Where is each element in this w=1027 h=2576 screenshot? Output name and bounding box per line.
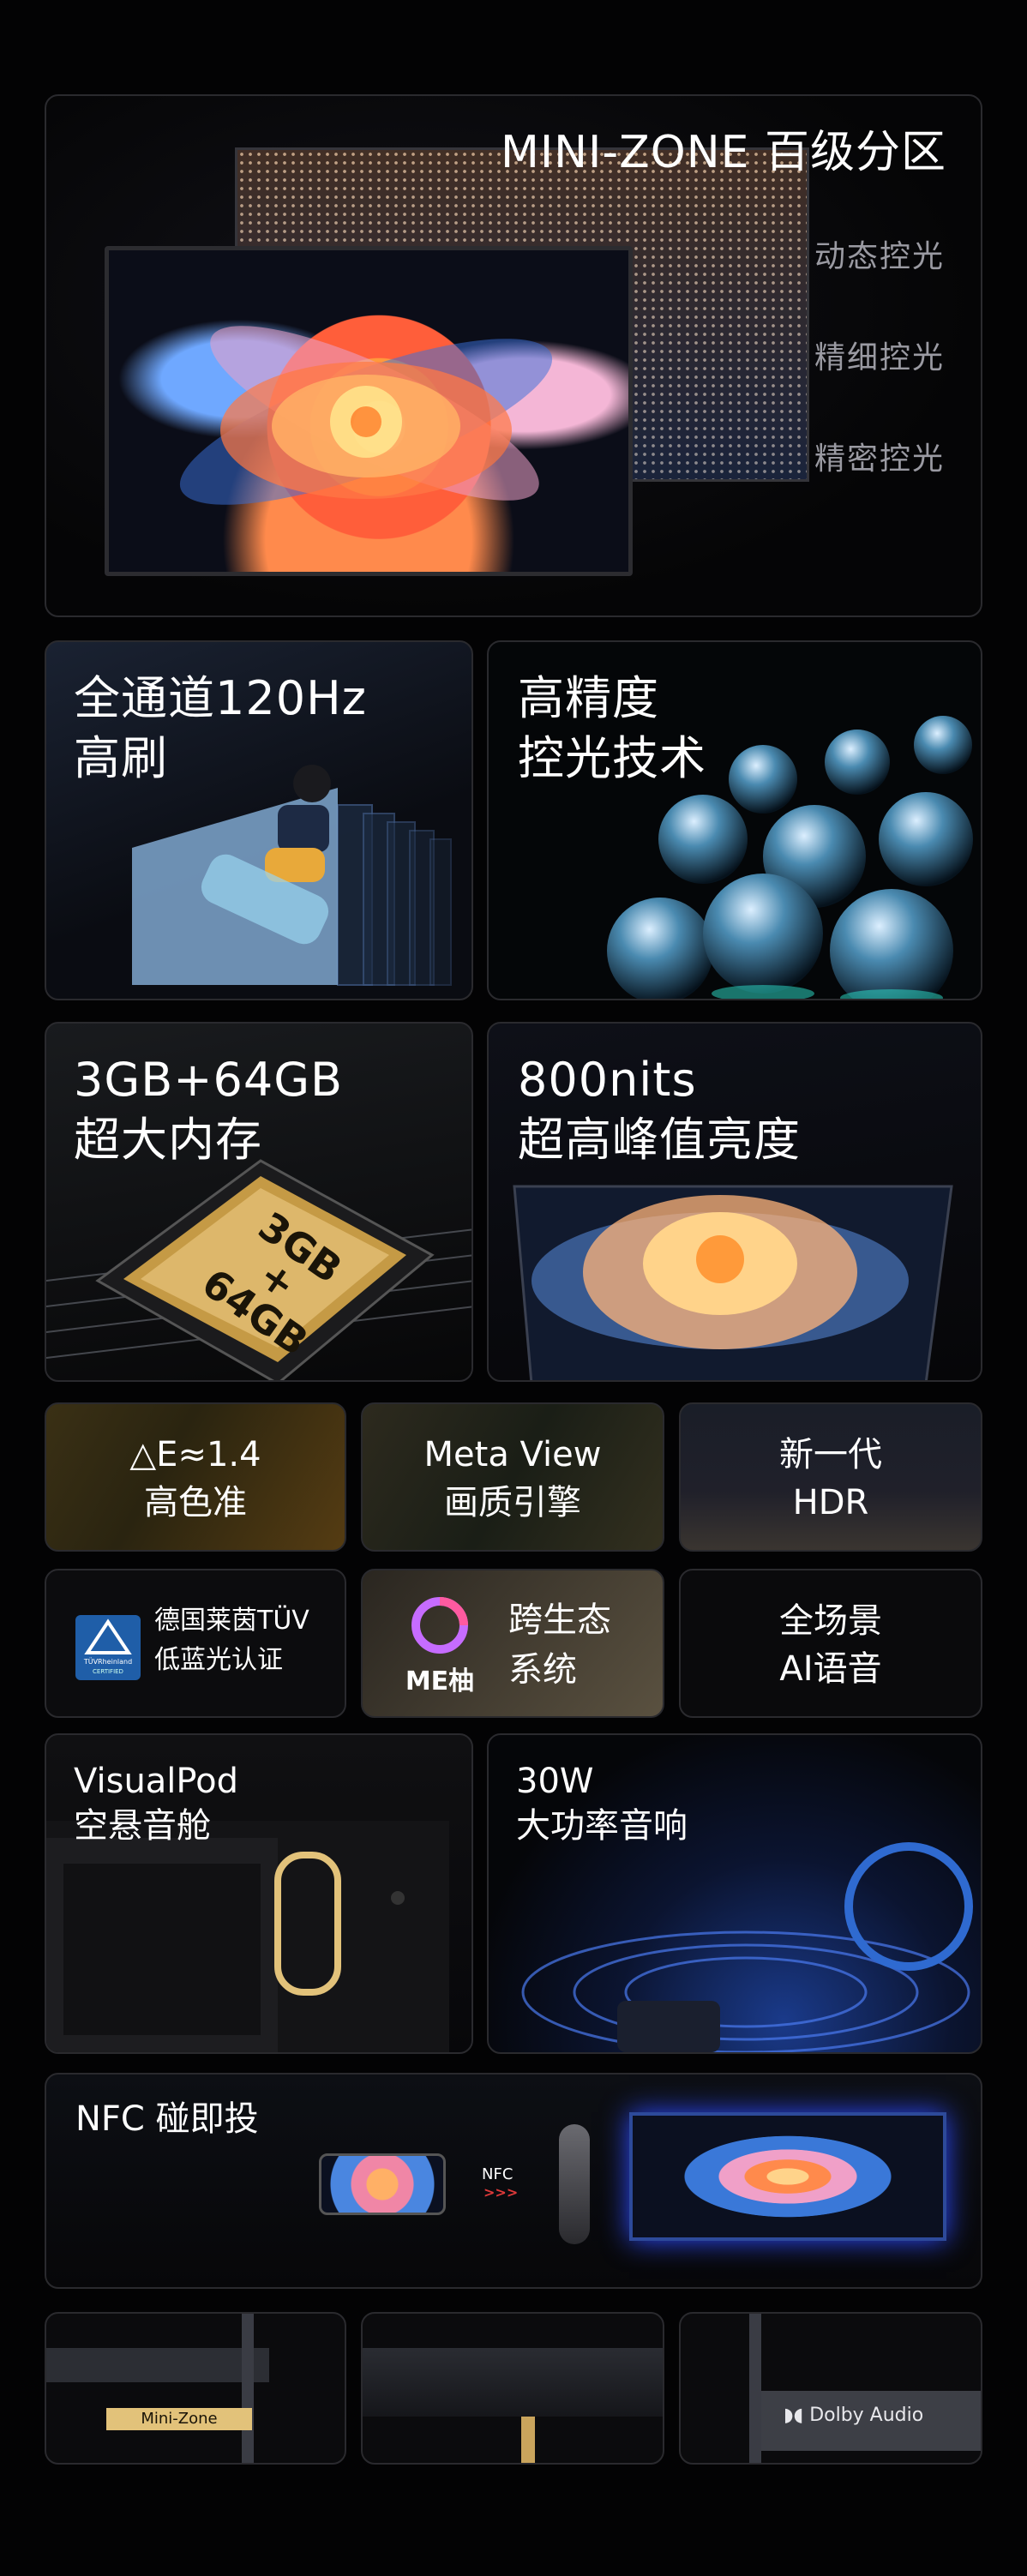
ai-voice-card: 全场景 AI语音 — [679, 1569, 982, 1718]
tv-body-image — [363, 2348, 663, 2417]
refresh-title-2: 高刷 — [74, 731, 168, 785]
refresh-rate-card: 全通道120Hz 高刷 — [45, 640, 473, 1000]
metaview-title-2: 画质引擎 — [444, 1483, 581, 1522]
visualpod-card: VisualPod 空悬音舱 — [45, 1733, 473, 2054]
dolby-text: Dolby Audio — [809, 2405, 924, 2426]
tuv-card: TÜVRheinland CERTIFIED 德国莱茵TÜV 低蓝光认证 — [45, 1569, 346, 1718]
visualpod-title-1: VisualPod — [74, 1762, 238, 1801]
memory-title-2: 超大内存 — [74, 1113, 262, 1167]
color-title-1: △E≈1.4 — [129, 1435, 261, 1474]
hdr-card: 新一代 HDR — [679, 1402, 982, 1552]
tv-frame-image — [749, 2314, 761, 2463]
nfc-card: NFC 碰即投 NFC >>> — [45, 2073, 982, 2289]
feature-fine: 精细控光 — [814, 340, 945, 375]
feature-precise: 精密控光 — [814, 441, 945, 477]
metaview-card: Meta View 画质引擎 — [361, 1402, 664, 1552]
dolby-audio-label: ◗◖ Dolby Audio — [784, 2405, 923, 2426]
audio-title-1: 30W — [516, 1762, 594, 1801]
brightness-title-2: 超高峰值亮度 — [518, 1113, 801, 1167]
brightness-title-1: 800nits — [518, 1053, 697, 1107]
memory-card: 3GB+64GB 超大内存 3GB + 64GB — [45, 1022, 473, 1382]
tv-edge-image — [46, 2348, 269, 2382]
tuv-badge-text: TÜVRheinland — [83, 1658, 133, 1666]
audio-card: 30W 大功率音响 — [487, 1733, 982, 2054]
brightness-card: 800nits 超高峰值亮度 — [487, 1022, 982, 1382]
color-accuracy-card: △E≈1.4 高色准 — [45, 1402, 346, 1552]
audio-title-2: 大功率音响 — [516, 1806, 688, 1846]
precision-light-card: 高精度 控光技术 — [487, 640, 982, 1000]
minizone-label: Mini-Zone — [106, 2408, 252, 2430]
nfc-arrows: >>> — [483, 2184, 519, 2201]
ecosystem-title-1: 跨生态 — [508, 1600, 611, 1640]
tuv-title-2: 低蓝光认证 — [154, 1645, 283, 1675]
tv-side-image — [242, 2314, 254, 2463]
ecosystem-card: ME柚 跨生态 系统 — [361, 1569, 664, 1718]
hdr-title-2: HDR — [792, 1483, 869, 1522]
flower-illustration — [179, 326, 553, 505]
visualpod-title-2: 空悬音舱 — [74, 1806, 211, 1846]
ecosystem-title-2: 系统 — [508, 1650, 577, 1690]
remote-image — [559, 2124, 590, 2244]
tv-screen-image — [629, 2112, 946, 2241]
tuv-title-1: 德国莱茵TÜV — [154, 1606, 309, 1636]
color-title-2: 高色准 — [144, 1483, 247, 1522]
metaview-title-1: Meta View — [423, 1435, 602, 1474]
nfc-title: NFC 碰即投 — [75, 2099, 259, 2139]
tv-stand-image — [521, 2417, 535, 2463]
me-logo-icon — [411, 1597, 468, 1654]
tuv-badge: TÜVRheinland CERTIFIED — [75, 1615, 141, 1680]
precision-title-1: 高精度 — [518, 671, 659, 725]
refresh-title-1: 全通道120Hz — [74, 671, 368, 725]
stand-detail-card — [361, 2312, 664, 2465]
voice-title-2: AI语音 — [779, 1649, 882, 1689]
flower-screen-image — [105, 246, 633, 576]
dolby-icon: ◗◖ — [784, 2405, 804, 2426]
tuv-triangle-icon — [84, 1618, 132, 1654]
me-logo-text: ME柚 — [405, 1666, 475, 1696]
hdr-title-1: 新一代 — [779, 1435, 882, 1474]
mini-zone-title: MINI-ZONE 百级分区 — [500, 127, 946, 178]
mini-zone-card: MINI-ZONE 百级分区 动态控光 精细控光 精密控光 — [45, 94, 982, 617]
tuv-badge-sub: CERTIFIED — [93, 1668, 123, 1675]
phone-image — [319, 2153, 446, 2215]
voice-title-1: 全场景 — [779, 1601, 882, 1641]
nfc-label: NFC — [482, 2165, 514, 2183]
memory-title-1: 3GB+64GB — [74, 1053, 344, 1107]
precision-title-2: 控光技术 — [518, 731, 706, 785]
minizone-detail-card: Mini-Zone — [45, 2312, 346, 2465]
feature-dynamic: 动态控光 — [814, 239, 945, 274]
dolby-detail-card: ◗◖ Dolby Audio — [679, 2312, 982, 2465]
